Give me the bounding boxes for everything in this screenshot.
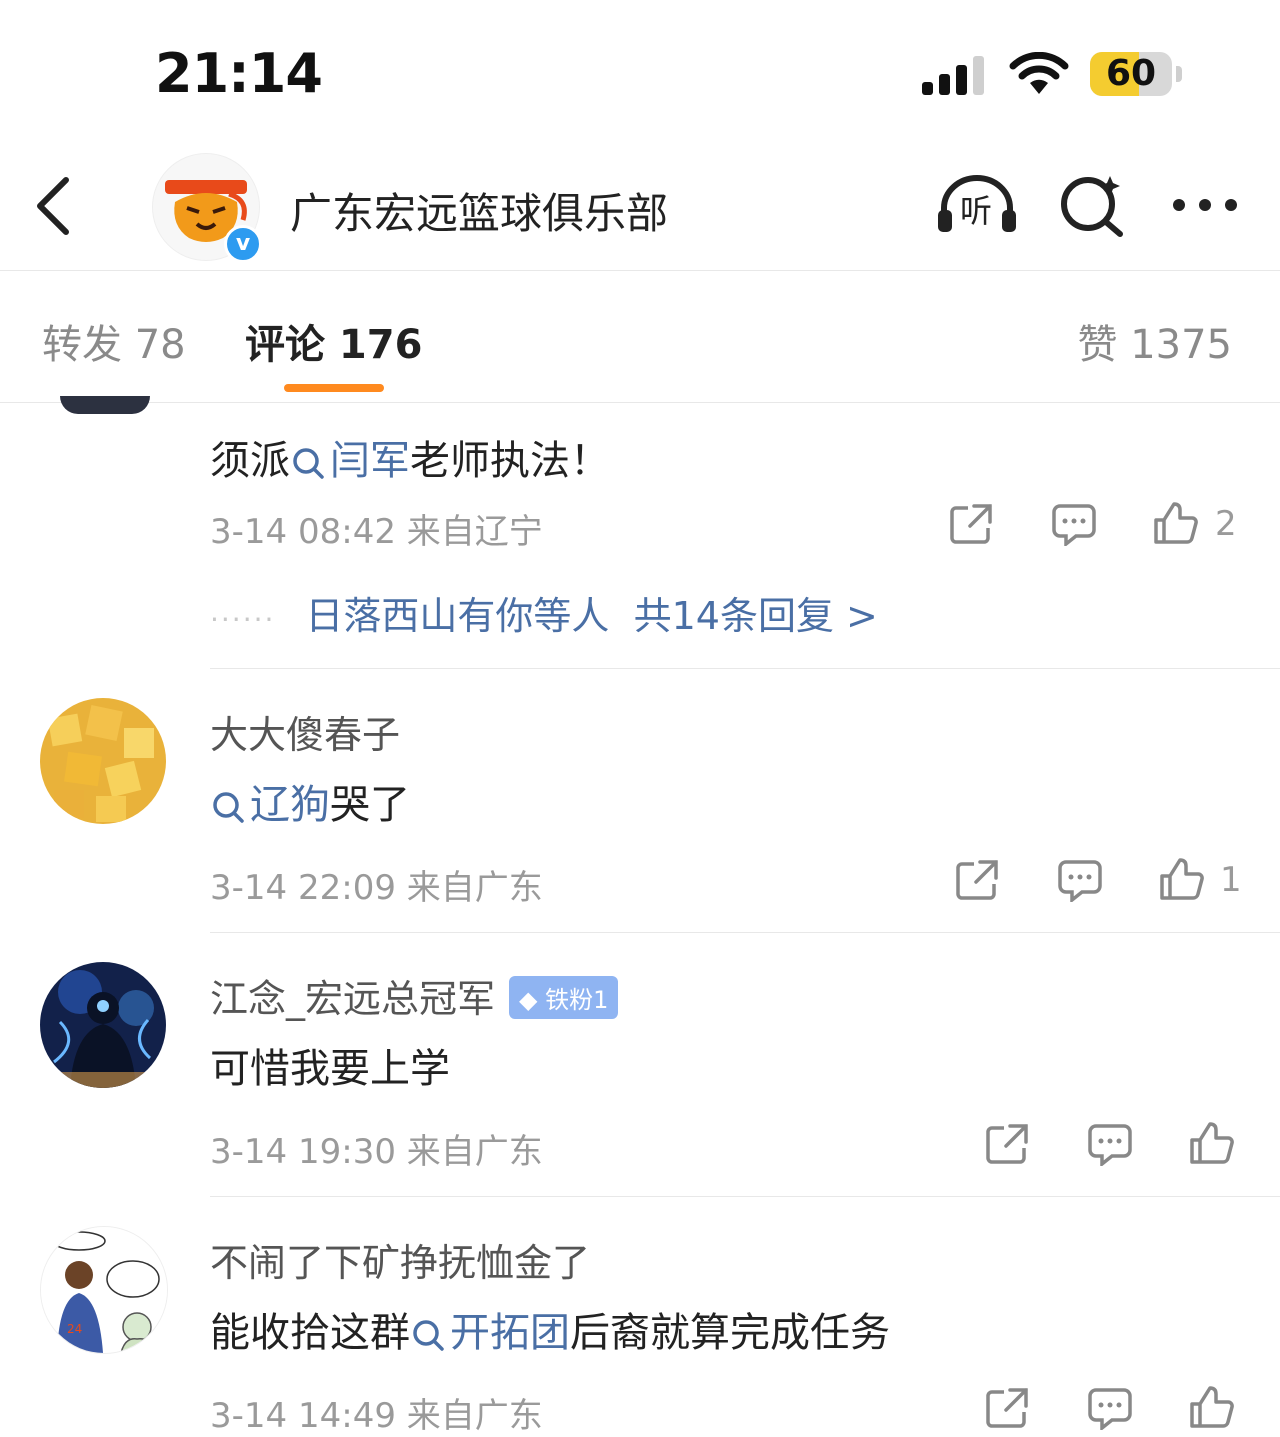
comment-divider — [210, 668, 1280, 669]
topic-label: 辽狗 — [250, 782, 330, 828]
avatar[interactable] — [40, 698, 166, 824]
reply-user: 日落西山有你等人 — [305, 594, 610, 638]
battery-level: 60 — [1105, 53, 1157, 94]
comment-text: 须派 闫军老师执法！ — [210, 428, 610, 486]
more-icon[interactable] — [1170, 196, 1240, 214]
search-icon[interactable] — [1058, 172, 1126, 238]
reply-count: 共14条回复 > — [633, 594, 878, 638]
avatar[interactable] — [40, 962, 166, 1088]
like-icon[interactable] — [1190, 1386, 1234, 1428]
comment-author-row: 江念_宏远总冠军 ◆ 铁粉1 — [210, 968, 619, 1023]
comment-text-prefix: 能收拾这群 — [210, 1310, 410, 1356]
tab-like[interactable]: 赞 1375 — [1077, 312, 1232, 370]
page-title: 广东宏远篮球俱乐部 — [290, 189, 669, 238]
signal-icon — [922, 56, 984, 95]
comment-text-suffix: 老师执法！ — [410, 438, 610, 484]
share-icon[interactable] — [956, 860, 1000, 900]
tab-active-indicator — [284, 384, 384, 392]
verified-badge-icon: v — [224, 225, 262, 263]
hooded-figure-avatar-icon — [40, 962, 166, 1088]
comment-author[interactable]: 不闹了下矿挣抚恤金了 — [210, 1232, 590, 1287]
reply-dots: ······ — [210, 603, 276, 636]
header-divider — [0, 270, 1280, 271]
share-icon[interactable] — [986, 1124, 1030, 1164]
comment-meta: 3-14 14:49 来自广东 — [210, 1396, 543, 1436]
status-time: 21:14 — [155, 42, 323, 105]
comment-text: 可惜我要上学 — [210, 1046, 450, 1092]
topic-search-icon — [293, 448, 324, 479]
tab-comment[interactable]: 评论 176 — [245, 312, 422, 370]
wifi-icon — [1009, 52, 1069, 94]
share-icon[interactable] — [950, 504, 994, 544]
battery-tip — [1176, 66, 1182, 82]
topic-link[interactable]: 开拓团 — [410, 1310, 570, 1356]
avatar[interactable] — [60, 396, 150, 414]
cartoon-avatar-icon: 24 — [41, 1227, 167, 1353]
tabs-divider — [0, 402, 1280, 403]
comment-text-suffix: 哭了 — [330, 782, 410, 828]
share-icon[interactable] — [986, 1388, 1030, 1428]
reply-icon[interactable] — [1052, 504, 1096, 546]
like-icon[interactable] — [1154, 502, 1198, 544]
comment-text: 辽狗哭了 — [210, 772, 410, 830]
comment-text-suffix: 后裔就算完成任务 — [570, 1310, 890, 1356]
fan-badge-label: 铁粉1 — [545, 986, 609, 1014]
battery-indicator: 60 — [1090, 52, 1172, 96]
reply-icon[interactable] — [1088, 1124, 1132, 1166]
listen-label: 听 — [960, 192, 993, 230]
comment-author[interactable]: 江念_宏远总冠军 — [210, 977, 495, 1021]
like-count: 1 — [1220, 860, 1242, 900]
reply-icon[interactable] — [1088, 1388, 1132, 1430]
mango-avatar-icon — [40, 698, 166, 824]
like-icon[interactable] — [1190, 1122, 1234, 1164]
comment-meta: 3-14 08:42 来自辽宁 — [210, 512, 543, 552]
topic-link[interactable]: 辽狗 — [210, 782, 330, 828]
comment-divider — [210, 932, 1280, 933]
like-count: 2 — [1215, 504, 1237, 544]
comment-meta: 3-14 22:09 来自广东 — [210, 868, 543, 908]
comment-divider — [210, 1196, 1280, 1197]
svg-text:24: 24 — [67, 1322, 82, 1336]
tab-repost[interactable]: 转发 78 — [42, 312, 186, 370]
listen-button[interactable]: 听 — [936, 172, 1018, 236]
back-arrow-icon[interactable] — [32, 176, 72, 236]
replies-link[interactable]: ······ 日落西山有你等人 共14条回复 > — [210, 585, 878, 640]
fan-badge[interactable]: ◆ 铁粉1 — [509, 976, 619, 1019]
topic-label: 闫军 — [330, 438, 410, 484]
comment-text-prefix: 须派 — [210, 438, 290, 484]
comment-meta: 3-14 19:30 来自广东 — [210, 1132, 543, 1172]
topic-label: 开拓团 — [450, 1310, 570, 1356]
topic-search-icon — [413, 1320, 444, 1351]
comment-text: 能收拾这群 开拓团后裔就算完成任务 — [210, 1300, 890, 1358]
topic-link[interactable]: 闫军 — [290, 438, 410, 484]
comment-author[interactable]: 大大傻春子 — [210, 704, 400, 759]
like-icon[interactable] — [1160, 858, 1204, 900]
avatar[interactable]: 24 — [40, 1226, 168, 1354]
topic-search-icon — [213, 792, 244, 823]
reply-icon[interactable] — [1058, 860, 1102, 902]
